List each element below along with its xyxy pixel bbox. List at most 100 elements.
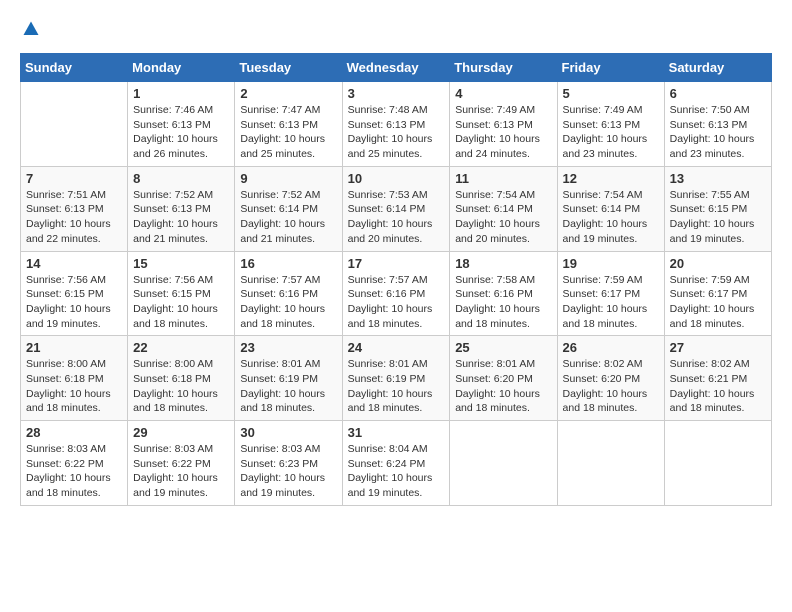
day-info: Sunrise: 7:52 AMSunset: 6:13 PMDaylight:… (133, 188, 229, 247)
day-number: 14 (26, 256, 122, 271)
calendar-cell: 22 Sunrise: 8:00 AMSunset: 6:18 PMDayligh… (128, 336, 235, 421)
calendar-week-row: 28 Sunrise: 8:03 AMSunset: 6:22 PMDayligh… (21, 421, 772, 506)
calendar-cell: 4Sunrise: 7:49 AMSunset: 6:13 PMDaylight… (450, 82, 557, 167)
header-friday: Friday (557, 54, 664, 82)
day-number: 16 (240, 256, 336, 271)
header-sunday: Sunday (21, 54, 128, 82)
day-info: Sunrise: 8:02 AMSunset: 6:21 PMDaylight:… (670, 357, 766, 416)
calendar-cell: 18Sunrise: 7:58 AMSunset: 6:16 PMDayligh… (450, 251, 557, 336)
calendar-cell: 31 Sunrise: 8:04 AMSunset: 6:24 PMDayligh… (342, 421, 450, 506)
day-number: 5 (563, 86, 659, 101)
day-info: Sunrise: 7:54 AMSunset: 6:14 PMDaylight:… (563, 188, 659, 247)
day-info: Sunrise: 7:59 AMSunset: 6:17 PMDaylight:… (670, 273, 766, 332)
header-monday: Monday (128, 54, 235, 82)
day-info: Sunrise: 7:53 AMSunset: 6:14 PMDaylight:… (348, 188, 445, 247)
calendar-cell: 14 Sunrise: 7:56 AMSunset: 6:15 PMDayligh… (21, 251, 128, 336)
day-info: Sunrise: 7:54 AMSunset: 6:14 PMDaylight:… (455, 188, 551, 247)
day-info: Sunrise: 8:03 AMSunset: 6:22 PMDaylight:… (26, 442, 122, 501)
day-info: Sunrise: 7:59 AMSunset: 6:17 PMDaylight:… (563, 273, 659, 332)
day-info: Sunrise: 7:50 AMSunset: 6:13 PMDaylight:… (670, 103, 766, 162)
day-number: 24 (348, 340, 445, 355)
calendar-cell: 23 Sunrise: 8:01 AMSunset: 6:19 PMDayligh… (235, 336, 342, 421)
calendar-table: SundayMondayTuesdayWednesdayThursdayFrid… (20, 53, 772, 506)
calendar-week-row: 7Sunrise: 7:51 AMSunset: 6:13 PMDaylight… (21, 166, 772, 251)
day-info: Sunrise: 7:49 AMSunset: 6:13 PMDaylight:… (563, 103, 659, 162)
day-number: 15 (133, 256, 229, 271)
calendar-cell (450, 421, 557, 506)
logo (20, 20, 40, 43)
day-info: Sunrise: 7:57 AMSunset: 6:16 PMDaylight:… (240, 273, 336, 332)
logo-icon (22, 20, 40, 38)
day-info: Sunrise: 7:56 AMSunset: 6:15 PMDaylight:… (26, 273, 122, 332)
day-info: Sunrise: 8:00 AMSunset: 6:18 PMDaylight:… (26, 357, 122, 416)
header (20, 20, 772, 43)
calendar-cell: 12 Sunrise: 7:54 AMSunset: 6:14 PMDayligh… (557, 166, 664, 251)
day-info: Sunrise: 7:51 AMSunset: 6:13 PMDaylight:… (26, 188, 122, 247)
day-number: 12 (563, 171, 659, 186)
calendar-cell (664, 421, 771, 506)
day-number: 30 (240, 425, 336, 440)
day-number: 28 (26, 425, 122, 440)
day-info: Sunrise: 7:48 AMSunset: 6:13 PMDaylight:… (348, 103, 445, 162)
calendar-cell: 25 Sunrise: 8:01 AMSunset: 6:20 PMDayligh… (450, 336, 557, 421)
calendar-cell: 21 Sunrise: 8:00 AMSunset: 6:18 PMDayligh… (21, 336, 128, 421)
day-info: Sunrise: 7:55 AMSunset: 6:15 PMDaylight:… (670, 188, 766, 247)
calendar-cell: 2 Sunrise: 7:47 AMSunset: 6:13 PMDaylight… (235, 82, 342, 167)
calendar-week-row: 1 Sunrise: 7:46 AMSunset: 6:13 PMDaylight… (21, 82, 772, 167)
day-info: Sunrise: 7:52 AMSunset: 6:14 PMDaylight:… (240, 188, 336, 247)
calendar-cell (21, 82, 128, 167)
day-info: Sunrise: 7:46 AMSunset: 6:13 PMDaylight:… (133, 103, 229, 162)
calendar-cell: 16 Sunrise: 7:57 AMSunset: 6:16 PMDayligh… (235, 251, 342, 336)
day-number: 9 (240, 171, 336, 186)
day-number: 25 (455, 340, 551, 355)
calendar-cell: 27Sunrise: 8:02 AMSunset: 6:21 PMDayligh… (664, 336, 771, 421)
day-info: Sunrise: 7:47 AMSunset: 6:13 PMDaylight:… (240, 103, 336, 162)
day-info: Sunrise: 8:04 AMSunset: 6:24 PMDaylight:… (348, 442, 445, 501)
calendar-header-row: SundayMondayTuesdayWednesdayThursdayFrid… (21, 54, 772, 82)
calendar-cell: 20Sunrise: 7:59 AMSunset: 6:17 PMDayligh… (664, 251, 771, 336)
day-number: 21 (26, 340, 122, 355)
day-info: Sunrise: 8:02 AMSunset: 6:20 PMDaylight:… (563, 357, 659, 416)
day-info: Sunrise: 8:01 AMSunset: 6:19 PMDaylight:… (240, 357, 336, 416)
calendar-cell: 19 Sunrise: 7:59 AMSunset: 6:17 PMDayligh… (557, 251, 664, 336)
calendar-cell: 5 Sunrise: 7:49 AMSunset: 6:13 PMDaylight… (557, 82, 664, 167)
calendar-cell: 29 Sunrise: 8:03 AMSunset: 6:22 PMDayligh… (128, 421, 235, 506)
calendar-cell: 26 Sunrise: 8:02 AMSunset: 6:20 PMDayligh… (557, 336, 664, 421)
calendar-cell: 8 Sunrise: 7:52 AMSunset: 6:13 PMDaylight… (128, 166, 235, 251)
day-info: Sunrise: 7:56 AMSunset: 6:15 PMDaylight:… (133, 273, 229, 332)
day-info: Sunrise: 8:03 AMSunset: 6:23 PMDaylight:… (240, 442, 336, 501)
day-number: 23 (240, 340, 336, 355)
day-number: 8 (133, 171, 229, 186)
calendar-cell: 13 Sunrise: 7:55 AMSunset: 6:15 PMDayligh… (664, 166, 771, 251)
day-info: Sunrise: 7:49 AMSunset: 6:13 PMDaylight:… (455, 103, 551, 162)
day-number: 13 (670, 171, 766, 186)
calendar-cell: 11Sunrise: 7:54 AMSunset: 6:14 PMDayligh… (450, 166, 557, 251)
calendar-cell: 6 Sunrise: 7:50 AMSunset: 6:13 PMDaylight… (664, 82, 771, 167)
day-number: 22 (133, 340, 229, 355)
day-number: 26 (563, 340, 659, 355)
day-number: 29 (133, 425, 229, 440)
calendar-cell (557, 421, 664, 506)
day-number: 18 (455, 256, 551, 271)
calendar-cell: 3Sunrise: 7:48 AMSunset: 6:13 PMDaylight… (342, 82, 450, 167)
calendar-cell: 9 Sunrise: 7:52 AMSunset: 6:14 PMDaylight… (235, 166, 342, 251)
day-info: Sunrise: 7:57 AMSunset: 6:16 PMDaylight:… (348, 273, 445, 332)
day-info: Sunrise: 8:03 AMSunset: 6:22 PMDaylight:… (133, 442, 229, 501)
day-info: Sunrise: 8:00 AMSunset: 6:18 PMDaylight:… (133, 357, 229, 416)
calendar-cell: 17 Sunrise: 7:57 AMSunset: 6:16 PMDayligh… (342, 251, 450, 336)
day-number: 10 (348, 171, 445, 186)
day-number: 6 (670, 86, 766, 101)
calendar-cell: 7Sunrise: 7:51 AMSunset: 6:13 PMDaylight… (21, 166, 128, 251)
calendar-cell: 10 Sunrise: 7:53 AMSunset: 6:14 PMDayligh… (342, 166, 450, 251)
calendar-week-row: 14 Sunrise: 7:56 AMSunset: 6:15 PMDayligh… (21, 251, 772, 336)
calendar-week-row: 21 Sunrise: 8:00 AMSunset: 6:18 PMDayligh… (21, 336, 772, 421)
day-info: Sunrise: 8:01 AMSunset: 6:19 PMDaylight:… (348, 357, 445, 416)
calendar-cell: 1 Sunrise: 7:46 AMSunset: 6:13 PMDaylight… (128, 82, 235, 167)
day-number: 1 (133, 86, 229, 101)
day-number: 31 (348, 425, 445, 440)
day-number: 2 (240, 86, 336, 101)
day-info: Sunrise: 8:01 AMSunset: 6:20 PMDaylight:… (455, 357, 551, 416)
calendar-cell: 24 Sunrise: 8:01 AMSunset: 6:19 PMDayligh… (342, 336, 450, 421)
day-number: 17 (348, 256, 445, 271)
day-number: 19 (563, 256, 659, 271)
